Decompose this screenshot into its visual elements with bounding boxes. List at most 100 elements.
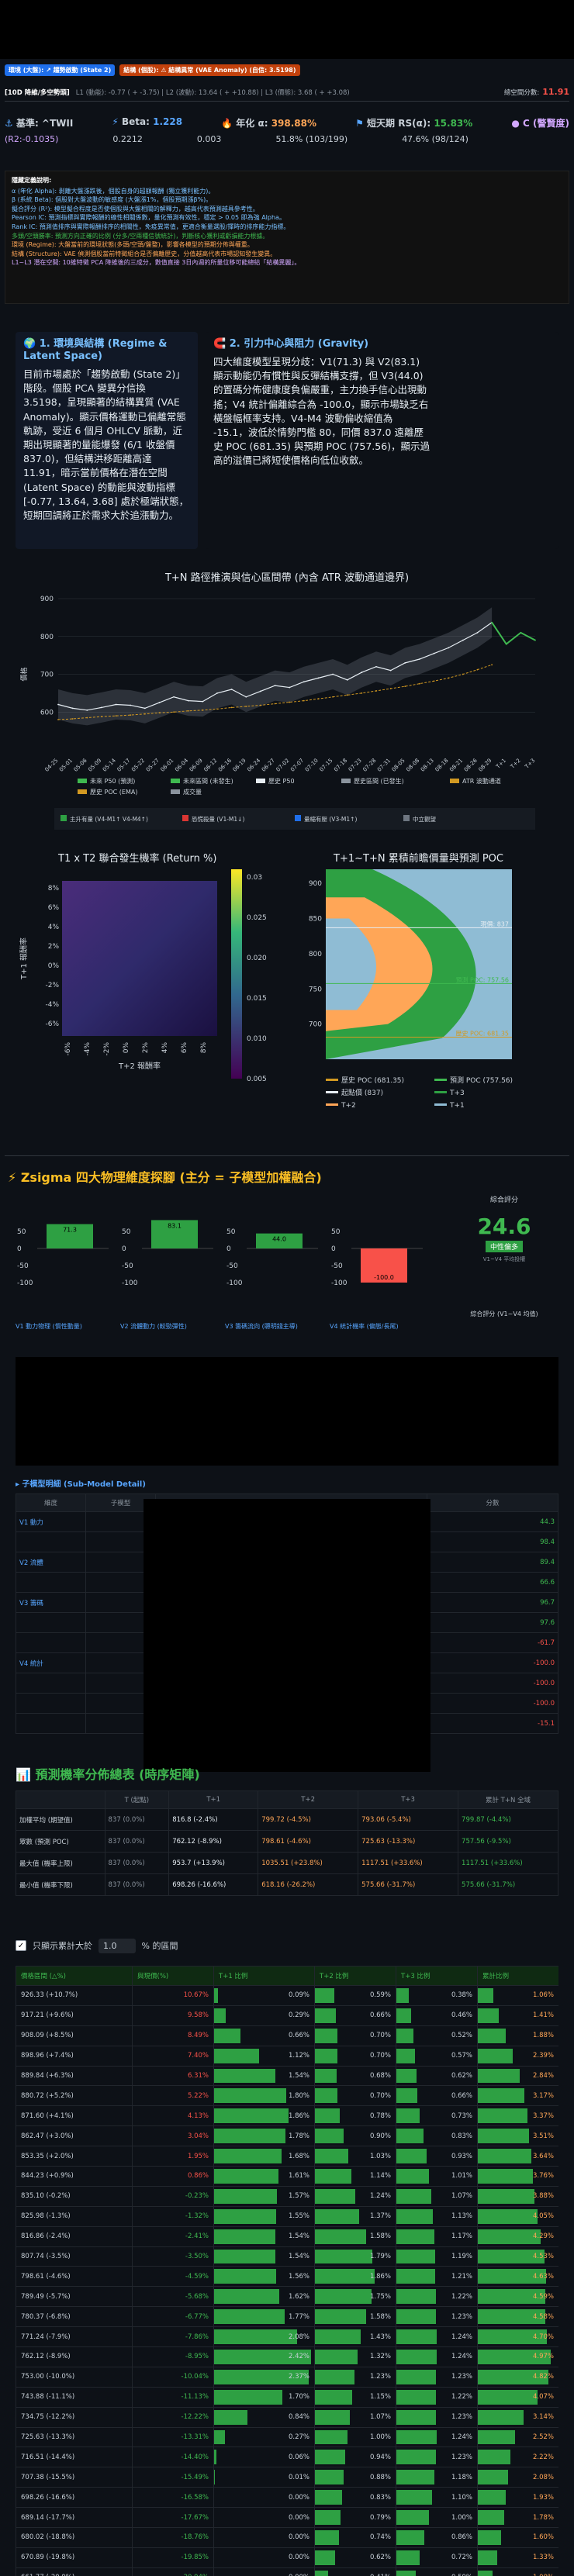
- prob-value: 3.64%: [532, 2152, 554, 2160]
- prob-bar: [478, 2570, 493, 2576]
- table-row: 835.10 (-0.2%) -0.23% 1.57% 1.24% 1.07% 3.88%: [16, 2185, 558, 2207]
- cell-t1: 953.7 (+13.9%): [168, 1852, 259, 1874]
- bolt-icon: ⚡: [112, 116, 119, 127]
- prob-bar: [315, 2048, 338, 2063]
- prob-value: 4.97%: [532, 2353, 554, 2361]
- prob-cell: 1.00%: [314, 2426, 396, 2448]
- prob-cell: 0.46%: [396, 2005, 478, 2026]
- prob-cell: 1.00%: [396, 2507, 478, 2529]
- prob-cell: -11.13%: [132, 2386, 214, 2408]
- x-axis-label: T+2 報酬率: [118, 1061, 161, 1071]
- y-tick: 900: [40, 596, 54, 603]
- dim-cell: [16, 1713, 86, 1734]
- prob-value: 1.70%: [288, 2393, 309, 2402]
- table-row: 780.37 (-6.8%) -6.77% 1.77% 1.58% 1.23% 4.58%: [16, 2306, 558, 2328]
- series-point: [419, 658, 420, 660]
- col-header: T+1: [168, 1790, 259, 1809]
- prob-bar: [315, 2409, 350, 2425]
- prob-value: 1.10%: [451, 2493, 472, 2502]
- series-point: [375, 690, 377, 692]
- score-cell: -100.0: [427, 1652, 558, 1673]
- prob-cell: 908.09 (+8.5%): [16, 2025, 133, 2046]
- prob-value: 0.38%: [451, 1991, 472, 2000]
- beta-value: 1.228: [153, 116, 183, 127]
- prob-value: 1.24%: [451, 2433, 472, 2442]
- prob-value: 1.78%: [532, 2513, 554, 2522]
- gravity-card: 🧲 2. 引力中心與阻力 (Gravity) 四大維度模型呈現分歧：V1(71.…: [206, 332, 558, 549]
- legend-swatch: [434, 1103, 447, 1106]
- filter-input[interactable]: 1.0: [99, 1938, 136, 1953]
- prob-cell: 1.10%: [396, 2487, 478, 2509]
- prob-cell: 889.84 (+6.3%): [16, 2065, 133, 2087]
- score-cell: -61.7: [427, 1632, 558, 1653]
- x-tick: 4%: [161, 1042, 169, 1054]
- prob-bar: [396, 2048, 415, 2063]
- series-point: [202, 709, 204, 711]
- prob-bar: [315, 2188, 355, 2204]
- gauge-svg: 50 0 -50 -100 44.0: [226, 1228, 318, 1287]
- series-point: [289, 686, 291, 689]
- series-point: [332, 696, 334, 698]
- gauge-tick: 0: [122, 1245, 126, 1253]
- prob-cell: 1.13%: [396, 2205, 478, 2227]
- prob-cell: 4.29%: [477, 2226, 558, 2247]
- link-icon: ⚓: [5, 118, 13, 129]
- prob-cell: 1.23%: [396, 2366, 478, 2388]
- prob-cell: 670.89 (-19.8%): [16, 2547, 133, 2568]
- path-chart-title: T+N 路徑推演與信心區間帶 (內含 ATR 波動通道邊界): [164, 572, 410, 584]
- gauge-tick: -100: [17, 1279, 33, 1287]
- prob-cell: 4.05%: [477, 2205, 558, 2227]
- gauge-label: V1 動力物理 (慣性動量): [16, 1323, 82, 1330]
- series-point: [491, 621, 493, 623]
- filter-checkbox[interactable]: ✓: [16, 1940, 26, 1951]
- prob-bar: [478, 2510, 504, 2526]
- forecast-title: 📊 預測機率分佈總表 (時序矩陣): [16, 1764, 558, 1783]
- gauge-svg: 50 0 -50 -100 83.1: [122, 1220, 213, 1287]
- prob-value: 0.46%: [451, 2011, 472, 2020]
- prob-cell: 0.88%: [314, 2467, 396, 2488]
- prob-value: 1.93%: [532, 2493, 554, 2502]
- table-row: 661.77 (-20.9%)-20.94%0.00%0.41%0.59%1.0…: [16, 2567, 558, 2576]
- series-point: [448, 677, 450, 679]
- prob-value: 4.59%: [532, 2292, 554, 2301]
- series-point: [303, 699, 305, 702]
- prob-bar: [478, 2188, 535, 2204]
- prob-value: 1.75%: [369, 2292, 391, 2301]
- prob-value: 0.29%: [288, 2011, 309, 2020]
- x-tick: 05-17: [116, 758, 132, 773]
- prob-value: 0.66%: [369, 2011, 391, 2020]
- prob-bar: [396, 2450, 437, 2465]
- path-chart: T+N 路徑推演與信心區間帶 (內含 ATR 波動通道邊界) 600 700 800…: [16, 566, 558, 845]
- prob-value: 0.83%: [451, 2132, 472, 2140]
- forecast-section: 📊 預測機率分佈總表 (時序矩陣) T (起點) T+1 T+2 T+3 累計 T+N …: [16, 1764, 558, 1896]
- latent-layers: L1 (動能): -0.77 ( + -3.75) | L2 (波動): 13.…: [75, 88, 350, 97]
- prob-value: 0.94%: [369, 2453, 391, 2461]
- prob-bar: [315, 2008, 337, 2023]
- prob-bar: [315, 2229, 366, 2244]
- legend-swatch: [61, 815, 67, 821]
- gauge-value: 71.3: [63, 1227, 77, 1234]
- prob-value: 1.86%: [288, 2112, 309, 2120]
- prob-bar: [478, 2389, 538, 2405]
- legend-swatch: [326, 1103, 338, 1106]
- legend-label: 歷史區間 (已發生): [354, 777, 404, 785]
- prob-cell: -12.22%: [132, 2406, 214, 2428]
- x-tick: 6%: [181, 1042, 188, 1054]
- series-point: [303, 681, 305, 683]
- prob-value: 1.00%: [451, 2513, 472, 2522]
- cell-name: 最大值 (機率上限): [16, 1852, 105, 1874]
- prob-bar: [315, 2249, 373, 2264]
- prob-cell: 0.79%: [314, 2507, 396, 2529]
- prob-value: 1.22%: [451, 2292, 472, 2301]
- prob-cell: 4.59%: [477, 2286, 558, 2308]
- cell-all: 1117.51 (+33.6%): [458, 1852, 558, 1874]
- prob-value: 3.14%: [532, 2413, 554, 2422]
- gauge-tick: -100: [331, 1279, 348, 1287]
- prob-cell: 926.33 (+10.7%): [16, 1985, 133, 2006]
- composite-composite_value: 24.6: [477, 1214, 531, 1239]
- legend-swatch: [182, 815, 188, 821]
- prob-cell: 1.32%: [314, 2346, 396, 2367]
- heatmap-title: T1 x T2 聯合發生機率 (Return %): [58, 853, 217, 865]
- y-tick: 8%: [48, 885, 60, 893]
- prob-value: 1.19%: [451, 2253, 472, 2261]
